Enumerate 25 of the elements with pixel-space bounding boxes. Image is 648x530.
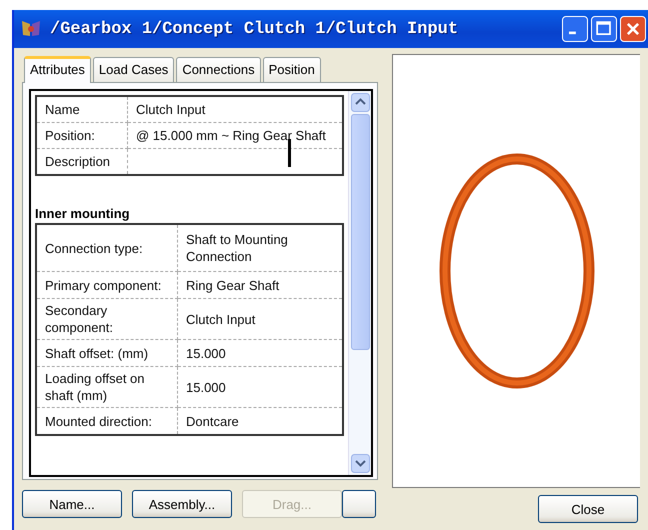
maximize-button[interactable]	[591, 16, 617, 42]
tab[interactable]: Connections	[176, 57, 261, 82]
property-label: Connection type:	[36, 224, 178, 272]
property-label: Position:	[36, 122, 128, 148]
button[interactable]: Name...	[22, 490, 122, 518]
scroll-down-button[interactable]	[350, 454, 370, 473]
property-label: Shaft offset: (mm)	[36, 340, 178, 366]
property-label: Secondary component:	[36, 298, 178, 340]
button[interactable]: Assembly...	[132, 490, 232, 518]
property-label: Name	[36, 96, 128, 122]
3d-viewport[interactable]	[392, 54, 640, 488]
property-label: Primary component:	[36, 272, 178, 298]
window-title: /Gearbox 1/Concept Clutch 1/Clutch Input	[50, 20, 458, 38]
minimize-button[interactable]	[562, 16, 588, 42]
close-button[interactable]: Close	[538, 495, 638, 523]
tab[interactable]: Position	[262, 57, 321, 82]
button[interactable]	[342, 490, 376, 518]
close-window-button[interactable]	[620, 16, 646, 42]
property-label: Loading offset on shaft (mm)	[36, 366, 178, 408]
tab[interactable]: Load Cases	[92, 57, 174, 82]
tab[interactable]: Attributes	[24, 56, 91, 83]
scrollbar-thumb[interactable]	[350, 114, 370, 350]
scroll-up-button[interactable]	[350, 93, 370, 112]
section-heading: Inner mounting	[35, 206, 131, 221]
text-cursor-icon	[288, 139, 291, 167]
